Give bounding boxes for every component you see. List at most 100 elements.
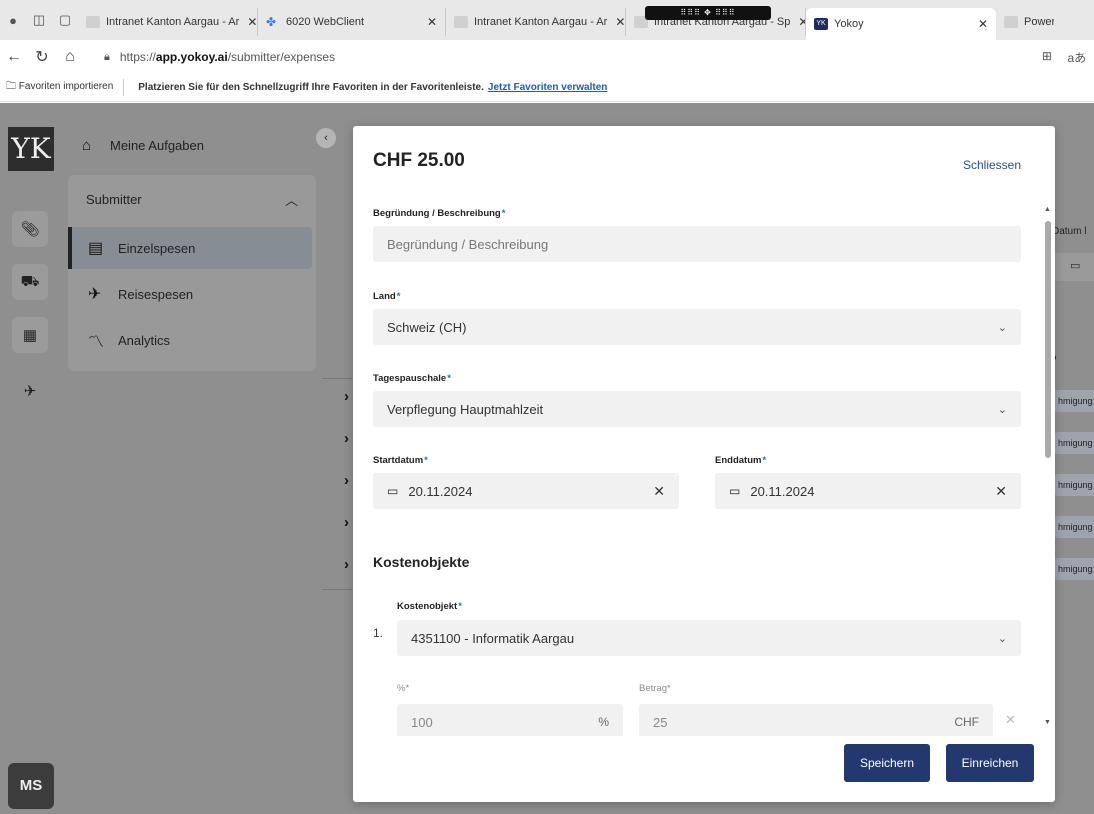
profile-icon[interactable]: ● — [0, 0, 26, 40]
amount-unit: CHF — [954, 715, 979, 729]
amount-value: 25 — [653, 714, 668, 730]
chevron-right-icon[interactable]: › — [344, 472, 349, 489]
date-filter[interactable]: ▭ — [1052, 253, 1094, 281]
browser-tab-power[interactable]: Power — [996, 8, 1054, 36]
clear-start-date-icon[interactable]: ✕ — [653, 483, 665, 500]
chevron-right-icon[interactable]: › — [344, 388, 349, 405]
amount-input[interactable]: 25 CHF — [639, 704, 993, 736]
cost-object-value: 4351100 - Informatik Aargau — [411, 630, 575, 646]
car-icon[interactable]: ⛟ — [12, 264, 48, 300]
address-bar: ← ↻ ⌂ 🔒︎ https://app.yokoy.ai/submitter/… — [0, 40, 1094, 74]
back-icon[interactable]: ← — [0, 48, 28, 66]
modal-footer: Speichern Einreichen — [353, 736, 1055, 802]
scrollbar-thumb[interactable] — [1045, 221, 1051, 458]
workspaces-icon[interactable]: ◫ — [26, 0, 52, 40]
scroll-down-icon[interactable]: ▼ — [1044, 719, 1051, 726]
webclient-favicon: ✤ — [266, 15, 277, 29]
favorites-hint: Platzieren Sie für den Schnellzugriff Ih… — [138, 82, 484, 93]
window-drag-handle[interactable]: ⠿⠿⠿ ✥ ⠿⠿⠿ — [645, 6, 771, 20]
chevron-down-icon: ⌄ — [997, 321, 1007, 334]
sidebar-item-label: Einzelspesen — [118, 240, 196, 256]
description-input[interactable]: Begründung / Beschreibung — [373, 226, 1021, 262]
tab-actions-icon[interactable]: ▢ — [52, 0, 78, 40]
daily-allowance-select[interactable]: Verpflegung Hauptmahlzeit ⌄ — [373, 391, 1021, 427]
reload-icon[interactable]: ↻ — [28, 47, 56, 67]
cost-object-select[interactable]: 4351100 - Informatik Aargau ⌄ — [397, 620, 1021, 656]
close-button[interactable]: Schliessen — [963, 158, 1021, 172]
submitter-group-header[interactable]: Submitter ︿ — [68, 175, 316, 223]
split-screen-icon[interactable]: ⊞ — [1042, 49, 1052, 66]
description-label: Begründung / Beschreibung* — [373, 208, 506, 219]
browser-tab-intranet-1[interactable]: Intranet Kanton Aargau - Ar ✕ — [78, 8, 258, 36]
browser-tab-webclient[interactable]: ✤ 6020 WebClient ✕ — [258, 8, 446, 36]
status-badge: hmigung — [1054, 390, 1094, 412]
sidebar-item-label: Reisespesen — [118, 286, 194, 302]
cost-object-index: 1. — [373, 626, 384, 640]
percent-label: %* — [397, 683, 410, 694]
home-icon[interactable]: ⌂ — [56, 48, 84, 66]
country-select[interactable]: Schweiz (CH) ⌄ — [373, 309, 1021, 345]
sidebar-item-reisespesen[interactable]: ✈ Reisespesen — [68, 273, 316, 315]
airplane-icon[interactable]: ✈ — [12, 373, 48, 409]
tab-label: Intranet Kanton Aargau - Ar — [106, 16, 240, 28]
calendar-icon: ▭ — [387, 484, 399, 498]
chevron-right-icon[interactable]: › — [344, 556, 349, 573]
intranet-favicon — [86, 16, 100, 28]
receipt-icon: ▤ — [88, 240, 104, 257]
paperclip-icon[interactable]: 📎︎ — [12, 211, 48, 247]
percent-value: 100 — [411, 714, 433, 730]
start-date-value: 20.11.2024 — [408, 483, 473, 499]
end-date-label: Enddatum* — [715, 455, 767, 466]
calendar-icon[interactable]: ▦ — [12, 317, 48, 353]
sidebar-item-analytics[interactable]: 〽 Analytics — [68, 319, 316, 361]
lock-icon: 🔒︎ — [104, 50, 110, 63]
submitter-group: Submitter ︿ ▤ Einzelspesen ✈ Reisespesen… — [68, 175, 316, 371]
sidebar-item-einzelspesen[interactable]: ▤ Einzelspesen — [68, 227, 312, 269]
sidebar-item-my-tasks[interactable]: ⌂ Meine Aufgaben — [68, 123, 316, 167]
end-date-field[interactable]: ▭ 20.11.2024 ✕ — [715, 473, 1021, 509]
start-date-label: Startdatum* — [373, 455, 428, 466]
clear-end-date-icon[interactable]: ✕ — [995, 483, 1007, 500]
percent-input[interactable]: 100 % — [397, 704, 623, 736]
close-tab-icon[interactable]: ✕ — [607, 15, 625, 29]
submit-button[interactable]: Einreichen — [946, 744, 1034, 782]
status-badge: hmigung — [1054, 432, 1094, 454]
home-icon: ⌂ — [82, 136, 92, 154]
manage-favorites-link[interactable]: Jetzt Favoriten verwalten — [484, 82, 607, 93]
browser-tab-bar: ● ◫ ▢ Intranet Kanton Aargau - Ar ✕ ✤ 60… — [0, 0, 1094, 40]
save-button[interactable]: Speichern — [844, 744, 930, 782]
remove-cost-object-icon[interactable]: ✕ — [1005, 712, 1016, 728]
cost-objects-title: Kostenobjekte — [373, 554, 470, 570]
import-favorites-link[interactable]: 🗀︎ Favoriten importieren — [0, 79, 125, 96]
yokoy-logo: YK — [8, 127, 54, 171]
chevron-right-icon[interactable]: › — [344, 514, 349, 531]
chevron-up-icon: ︿ — [284, 192, 298, 208]
browser-tab-intranet-2[interactable]: Intranet Kanton Aargau - Ar ✕ — [446, 8, 626, 36]
expense-modal: CHF 25.00 Schliessen Begründung / Beschr… — [353, 126, 1055, 802]
scroll-up-icon[interactable]: ▲ — [1044, 206, 1051, 213]
country-value: Schweiz (CH) — [387, 319, 467, 335]
icon-rail: YK 📎︎ ⛟ ▦ ✈ MS — [0, 103, 60, 814]
sidebar-item-label: Meine Aufgaben — [110, 137, 204, 153]
url-prefix: https:// — [119, 50, 156, 64]
divider — [322, 589, 352, 590]
modal-scroll-area: Begründung / Beschreibung* Begründung / … — [353, 196, 1043, 736]
import-favorites-label: Favoriten importieren — [18, 81, 114, 92]
url-domain: app.yokoy.ai — [155, 50, 228, 64]
read-aloud-icon[interactable]: aあ — [1068, 49, 1087, 66]
url-path: /submitter/expenses — [227, 50, 336, 64]
start-date-field[interactable]: ▭ 20.11.2024 ✕ — [373, 473, 679, 509]
folder-icon: 🗀︎ — [6, 81, 19, 92]
url-field[interactable]: 🔒︎ https://app.yokoy.ai/submitter/expens… — [90, 44, 1034, 70]
status-badge: hmigung — [1054, 516, 1094, 538]
close-tab-icon[interactable]: ✕ — [970, 17, 988, 31]
tab-label: 6020 WebClient — [286, 16, 365, 28]
modal-scrollbar[interactable]: ▲ ▼ — [1043, 206, 1053, 726]
status-badge: hmigung — [1054, 558, 1094, 580]
close-tab-icon[interactable]: ✕ — [419, 15, 437, 29]
chevron-right-icon[interactable]: › — [344, 430, 349, 447]
browser-tab-yokoy[interactable]: YK Yokoy ✕ — [806, 8, 996, 40]
close-tab-icon[interactable]: ✕ — [239, 15, 257, 29]
avatar[interactable]: MS — [8, 763, 54, 809]
close-tab-icon[interactable]: ✕ — [790, 15, 805, 29]
